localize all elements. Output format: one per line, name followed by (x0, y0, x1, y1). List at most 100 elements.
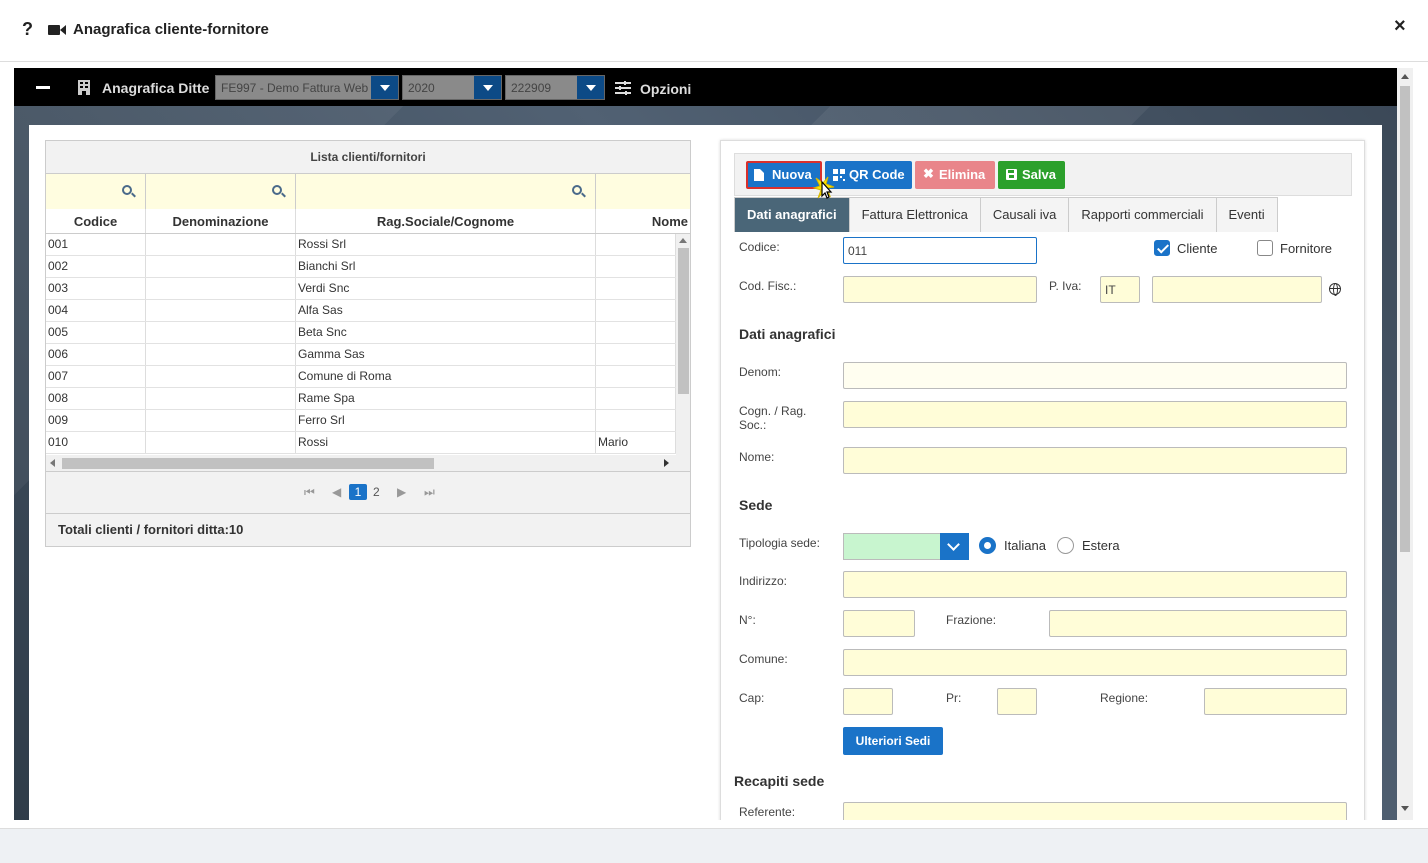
frazione-label: Frazione: (946, 613, 997, 627)
ulteriori-sedi-button[interactable]: Ulteriori Sedi (843, 727, 943, 755)
cognome-input[interactable] (843, 401, 1347, 428)
qr-code-button[interactable]: QR Code (825, 161, 912, 189)
filter-codice[interactable] (46, 174, 146, 209)
frazione-input[interactable] (1049, 610, 1347, 637)
content-panel: Lista clienti/fornitori Codice Denominaz… (29, 125, 1382, 820)
filter-ragsociale[interactable] (296, 174, 596, 209)
filter-row (46, 174, 690, 209)
table-row[interactable]: 002 Bianchi Srl (46, 256, 690, 278)
referente-input[interactable] (843, 802, 1347, 820)
scroll-thumb[interactable] (1400, 86, 1410, 552)
table-row[interactable]: 009 Ferro Srl (46, 410, 690, 432)
page-scrollbar[interactable] (1397, 68, 1413, 820)
table-cell (596, 410, 676, 431)
piva-country-input[interactable]: IT (1100, 276, 1140, 303)
sliders-icon[interactable] (615, 81, 631, 95)
scroll-left-icon[interactable] (50, 459, 55, 467)
table-cell (596, 344, 676, 365)
codice-input[interactable]: 011 (843, 237, 1037, 264)
search-icon (272, 185, 282, 195)
page-2[interactable]: 2 (373, 485, 380, 499)
delete-button[interactable]: ✖ Elimina (915, 161, 995, 189)
help-button[interactable]: ? (22, 19, 33, 40)
fornitore-checkbox[interactable] (1257, 240, 1273, 256)
collapse-icon[interactable] (36, 86, 50, 89)
tab-causali-iva[interactable]: Causali iva (979, 197, 1070, 232)
app-area: Anagrafica Ditte FE997 - Demo Fattura We… (14, 68, 1397, 820)
table-row[interactable]: 010 Rossi Mario (46, 432, 690, 454)
prev-page-icon[interactable]: ◀ (332, 485, 341, 499)
cap-input[interactable] (843, 688, 893, 715)
totals: Totali clienti / fornitori ditta:10 (46, 514, 690, 546)
scroll-up-icon[interactable] (1401, 74, 1409, 79)
scroll-down-icon[interactable] (1401, 806, 1409, 811)
indirizzo-label: Indirizzo: (739, 574, 788, 588)
scroll-right-icon[interactable] (664, 459, 669, 467)
cliente-checkbox[interactable] (1154, 240, 1170, 256)
search-icon (572, 185, 582, 195)
close-button[interactable]: × (1394, 15, 1406, 38)
table-cell: Rame Spa (296, 388, 596, 409)
tab-eventi[interactable]: Eventi (1215, 197, 1278, 232)
pr-input[interactable] (997, 688, 1037, 715)
save-icon (1006, 169, 1017, 180)
table-row[interactable]: 008 Rame Spa (46, 388, 690, 410)
tab-fattura-elettronica[interactable]: Fattura Elettronica (848, 197, 981, 232)
table-cell: 003 (46, 278, 146, 299)
company-select[interactable]: FE997 - Demo Fattura Web (215, 75, 399, 100)
column-header[interactable]: Denominazione (146, 209, 296, 233)
filter-nome[interactable] (596, 174, 690, 209)
window-header: ? Anagrafica cliente-fornitore × (0, 0, 1428, 62)
codfisc-label: Cod. Fisc.: (739, 279, 797, 293)
code-select[interactable]: 222909 (505, 75, 605, 100)
chevron-down-icon[interactable] (371, 76, 398, 99)
estera-radio[interactable] (1057, 537, 1074, 554)
table-row[interactable]: 007 Comune di Roma (46, 366, 690, 388)
indirizzo-input[interactable] (843, 571, 1347, 598)
numero-input[interactable] (843, 610, 915, 637)
horizontal-scrollbar[interactable] (46, 455, 690, 472)
grid-title: Lista clienti/fornitori (46, 141, 690, 174)
tab-rapporti-commerciali[interactable]: Rapporti commerciali (1068, 197, 1217, 232)
comune-input[interactable] (843, 649, 1347, 676)
column-header[interactable]: Rag.Sociale/Cognome (296, 209, 596, 233)
form-panel: Nuova QR Code ✖ Elimina Salva Dati anagr… (720, 140, 1365, 820)
options-button[interactable]: Opzioni (640, 81, 691, 97)
last-page-icon[interactable]: ⏭ (424, 485, 435, 500)
table-row[interactable]: 006 Gamma Sas (46, 344, 690, 366)
denom-input[interactable] (843, 362, 1347, 389)
next-page-icon[interactable]: ▶ (397, 485, 406, 499)
globe-icon[interactable] (1329, 283, 1341, 296)
table-cell: Ferro Srl (296, 410, 596, 431)
table-row[interactable]: 004 Alfa Sas (46, 300, 690, 322)
italiana-radio[interactable] (979, 537, 996, 554)
save-button[interactable]: Salva (998, 161, 1065, 189)
scroll-thumb[interactable] (62, 458, 434, 469)
table-cell (146, 300, 296, 321)
column-header[interactable]: Nome (596, 209, 690, 233)
chevron-down-icon[interactable] (474, 76, 501, 99)
page-1[interactable]: 1 (349, 484, 367, 500)
table-cell: Rossi (296, 432, 596, 453)
piva-input[interactable] (1152, 276, 1322, 303)
table-row[interactable]: 003 Verdi Snc (46, 278, 690, 300)
table-row[interactable]: 001 Rossi Srl (46, 234, 690, 256)
codfisc-input[interactable] (843, 276, 1037, 303)
first-page-icon[interactable]: ⏮ (304, 485, 315, 500)
column-header[interactable]: Codice (46, 209, 146, 233)
table-row[interactable]: 005 Beta Snc (46, 322, 690, 344)
filter-denominazione[interactable] (146, 174, 296, 209)
table-cell: Beta Snc (296, 322, 596, 343)
year-select[interactable]: 2020 (402, 75, 502, 100)
table-cell (596, 300, 676, 321)
tipologia-select[interactable] (843, 533, 969, 560)
new-button[interactable]: Nuova (746, 161, 822, 189)
window-title: Anagrafica cliente-fornitore (73, 21, 269, 38)
table-cell (596, 234, 676, 255)
window-footer (0, 828, 1428, 863)
regione-input[interactable] (1204, 688, 1347, 715)
vertical-scrollbar[interactable] (676, 234, 690, 455)
chevron-down-icon[interactable] (577, 76, 604, 99)
chevron-down-icon[interactable] (940, 533, 969, 560)
nome-input[interactable] (843, 447, 1347, 474)
